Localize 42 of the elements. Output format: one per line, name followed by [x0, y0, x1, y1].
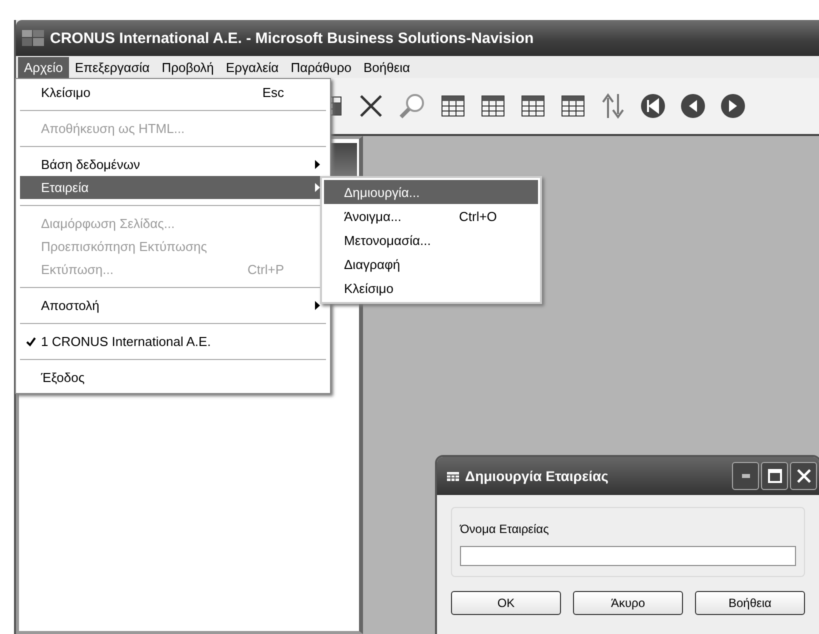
table-icon[interactable]: [520, 94, 546, 118]
menu-item[interactable]: Δημιουργία...: [324, 180, 538, 204]
search-icon[interactable]: [398, 92, 426, 120]
next-icon[interactable]: [720, 93, 746, 119]
menu-item[interactable]: Κλείσιμο Esc: [20, 81, 326, 104]
previous-icon[interactable]: [680, 93, 706, 119]
minimize-icon: [742, 474, 750, 478]
menu-item[interactable]: Άνοιγμα... Ctrl+O: [324, 204, 538, 228]
dialog-button[interactable]: Άκυρο: [573, 591, 683, 615]
menu-item[interactable]: Έξοδος: [20, 366, 326, 389]
menu-item[interactable]: 1 CRONUS International A.E.: [20, 330, 326, 353]
close-button[interactable]: [790, 462, 817, 490]
menu-bar-item[interactable]: Επεξεργασία: [68, 56, 156, 78]
form-icon: [447, 472, 459, 480]
pane-header: [329, 143, 357, 177]
dialog-title: Δημιουργία Εταιρείας: [465, 468, 610, 484]
first-icon[interactable]: [640, 93, 666, 119]
menu-bar-item[interactable]: Βοήθεια: [357, 56, 416, 78]
field-label: Όνομα Εταιρείας: [460, 522, 550, 536]
window-title: CRONUS International A.E. - Microsoft Business Solutions-Navision: [50, 30, 534, 46]
menu-item[interactable]: Διαγραφή: [324, 252, 538, 276]
menu-item[interactable]: Βάση δεδομένων: [20, 153, 326, 176]
maximize-button[interactable]: [761, 462, 788, 490]
table-icon[interactable]: [440, 94, 466, 118]
table-icon[interactable]: [480, 94, 506, 118]
menu-item[interactable]: Μετονομασία...: [324, 228, 538, 252]
dialog-button[interactable]: OK: [451, 591, 561, 615]
minimize-button[interactable]: [732, 462, 759, 490]
menu-bar-item[interactable]: Παράθυρο: [284, 56, 358, 78]
maximize-icon: [768, 469, 782, 483]
menu-bar-item[interactable]: Εργαλεία: [220, 56, 285, 78]
company-name-field[interactable]: [460, 546, 796, 566]
menu-bar-item[interactable]: Προβολή: [156, 56, 220, 78]
swap-arrows-icon[interactable]: [600, 92, 626, 120]
table-icon[interactable]: [560, 94, 586, 118]
menu-item[interactable]: Αποστολή: [20, 294, 326, 317]
dialog-button[interactable]: Βοήθεια: [695, 591, 805, 615]
menu-bar-item[interactable]: Αρχείο: [18, 56, 69, 78]
menu-item[interactable]: Κλείσιμο: [324, 276, 538, 300]
close-icon: [796, 469, 810, 483]
delete-icon[interactable]: [358, 93, 384, 119]
app-icon: [22, 30, 44, 46]
